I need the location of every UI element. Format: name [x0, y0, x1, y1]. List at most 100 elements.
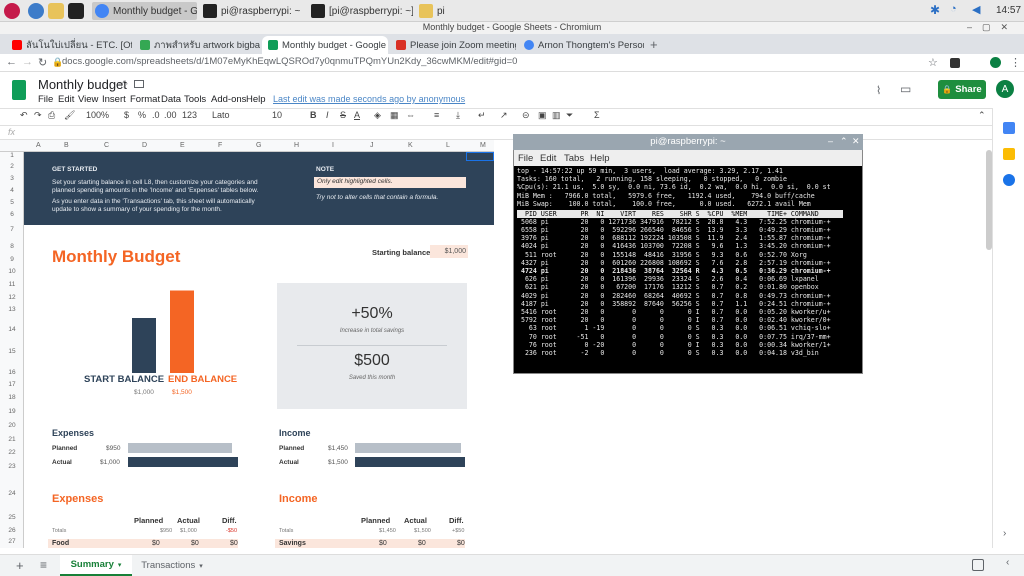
insert-comment-icon[interactable]: ▣: [538, 110, 547, 121]
col-header[interactable]: J: [370, 142, 374, 149]
bluetooth-icon[interactable]: ✱: [930, 3, 940, 17]
row-header[interactable]: 13: [0, 306, 24, 313]
more-formats-button[interactable]: 123: [182, 110, 197, 120]
text-color-button[interactable]: A: [354, 110, 360, 120]
tab-1[interactable]: ลันโนใบ่เปลี่ยน - ETC. [Offi✕: [6, 36, 132, 54]
side-panel-toggle-icon[interactable]: ‹: [1006, 557, 1009, 568]
col-header[interactable]: A: [36, 142, 41, 149]
row-header[interactable]: 25: [0, 514, 24, 521]
row-header[interactable]: 12: [0, 294, 24, 301]
paint-format-icon[interactable]: 🖌: [64, 110, 75, 121]
window-controls[interactable]: –▢✕: [967, 22, 1018, 33]
terminal-menu-edit[interactable]: Edit: [540, 153, 556, 164]
row-header[interactable]: 2: [0, 163, 24, 170]
collapse-toolbar-icon[interactable]: ⌃: [978, 110, 986, 121]
link-icon[interactable]: ⊝: [522, 110, 530, 121]
row-header[interactable]: 21: [0, 436, 24, 443]
raspberry-menu-icon[interactable]: [4, 3, 20, 19]
fill-color-icon[interactable]: ◈: [374, 110, 381, 121]
volume-icon[interactable]: ◀: [972, 3, 980, 16]
explore-icon[interactable]: [972, 559, 984, 571]
col-header[interactable]: F: [218, 142, 222, 149]
undo-icon[interactable]: ↶: [20, 110, 28, 121]
wifi-icon[interactable]: ◔: [950, 3, 957, 15]
bold-button[interactable]: B: [310, 110, 317, 120]
all-sheets-button[interactable]: ≡: [40, 558, 47, 572]
increase-decimal-button[interactable]: .00: [164, 110, 177, 120]
terminal-close-icon[interactable]: ✕: [852, 136, 860, 147]
strikethrough-button[interactable]: S: [340, 110, 346, 120]
menu-tools[interactable]: Tools: [184, 94, 206, 105]
tasks-icon[interactable]: [1003, 174, 1015, 186]
menu-insert[interactable]: Insert: [102, 94, 126, 105]
redo-icon[interactable]: ↷: [34, 110, 42, 121]
trend-icon[interactable]: ⌇: [876, 84, 881, 97]
sheet-tab-transactions[interactable]: Transactions ▾: [136, 555, 208, 576]
expenses-row-planned[interactable]: $0: [152, 540, 160, 547]
new-tab-icon[interactable]: +: [650, 37, 658, 52]
row-header[interactable]: 8: [0, 243, 24, 250]
last-edit-link[interactable]: Last edit was made seconds ago by anonym…: [273, 94, 465, 104]
tab-2[interactable]: ภาพสำหรับ artwork bigbang✕: [134, 36, 260, 54]
borders-icon[interactable]: ▦: [390, 110, 399, 121]
italic-button[interactable]: I: [326, 110, 329, 120]
functions-icon[interactable]: Σ: [594, 110, 600, 120]
menu-view[interactable]: View: [78, 94, 98, 105]
note-highlighted-cell[interactable]: Only edit highlighted cells.: [314, 177, 466, 188]
row-header[interactable]: 20: [0, 422, 24, 429]
menu-file[interactable]: File: [38, 94, 53, 105]
share-button[interactable]: 🔒 Share: [938, 80, 986, 99]
col-header[interactable]: I: [332, 142, 334, 149]
menu-data[interactable]: Data: [161, 94, 181, 105]
col-header[interactable]: G: [256, 142, 261, 149]
terminal-minimize-icon[interactable]: –: [828, 136, 833, 146]
tab-5[interactable]: Arnon Thongtem's Person✕: [518, 36, 644, 54]
row-header[interactable]: 26: [0, 527, 24, 534]
filter-icon[interactable]: ⏷: [566, 110, 573, 121]
chart-icon[interactable]: ▥: [552, 110, 561, 121]
rotate-icon[interactable]: ↗: [500, 110, 508, 121]
url-input[interactable]: docs.google.com/spreadsheets/d/1M07eMyKh…: [62, 56, 517, 67]
row-header[interactable]: 1: [0, 152, 24, 159]
dropdown-icon[interactable]: ▾: [118, 561, 122, 569]
row-header[interactable]: 7: [0, 226, 24, 233]
decrease-decimal-button[interactable]: .0: [152, 110, 160, 120]
row-header[interactable]: 4: [0, 187, 24, 194]
menu-dots-icon[interactable]: ⋮: [1010, 56, 1021, 69]
dropdown-icon[interactable]: ▾: [199, 562, 203, 570]
task-chromium[interactable]: Monthly budget - Goo...: [92, 2, 197, 20]
tab-4[interactable]: Please join Zoom meeting✕: [390, 36, 516, 54]
terminal-launcher-icon[interactable]: [68, 3, 84, 19]
row-header[interactable]: 10: [0, 268, 24, 275]
tab-3[interactable]: Monthly budget - Google S✕: [262, 36, 388, 54]
back-icon[interactable]: ←: [6, 56, 17, 68]
task-terminal-2[interactable]: [pi@raspberrypi: ~]: [308, 2, 413, 20]
avatar[interactable]: A: [996, 80, 1014, 98]
col-header[interactable]: K: [408, 142, 413, 149]
print-icon[interactable]: ⎙: [48, 110, 55, 121]
row-header[interactable]: 3: [0, 175, 24, 182]
row-header[interactable]: 22: [0, 449, 24, 456]
keep-icon[interactable]: [1003, 148, 1015, 160]
selected-cell[interactable]: [466, 152, 494, 161]
doc-title[interactable]: Monthly budget: [38, 77, 127, 92]
row-header[interactable]: 15: [0, 348, 24, 355]
row-header[interactable]: 16: [0, 369, 24, 376]
col-header[interactable]: D: [142, 142, 147, 149]
profile-avatar-icon[interactable]: [990, 57, 1001, 68]
font-select[interactable]: Lato: [212, 110, 230, 120]
income-row-planned[interactable]: $0: [379, 540, 387, 547]
row-header[interactable]: 24: [0, 490, 24, 497]
browser-launcher-icon[interactable]: [28, 3, 44, 19]
align-icon[interactable]: ≡: [434, 110, 439, 120]
row-header[interactable]: 6: [0, 211, 24, 218]
menu-addons[interactable]: Add-ons: [211, 94, 246, 105]
merge-icon[interactable]: ⇔: [406, 110, 415, 120]
col-header[interactable]: L: [446, 142, 450, 149]
col-header[interactable]: E: [180, 142, 185, 149]
move-folder-icon[interactable]: [134, 80, 144, 88]
percent-button[interactable]: %: [138, 110, 146, 120]
col-header[interactable]: B: [64, 142, 69, 149]
terminal-menu-tabs[interactable]: Tabs: [564, 153, 584, 164]
row-header[interactable]: 5: [0, 199, 24, 206]
